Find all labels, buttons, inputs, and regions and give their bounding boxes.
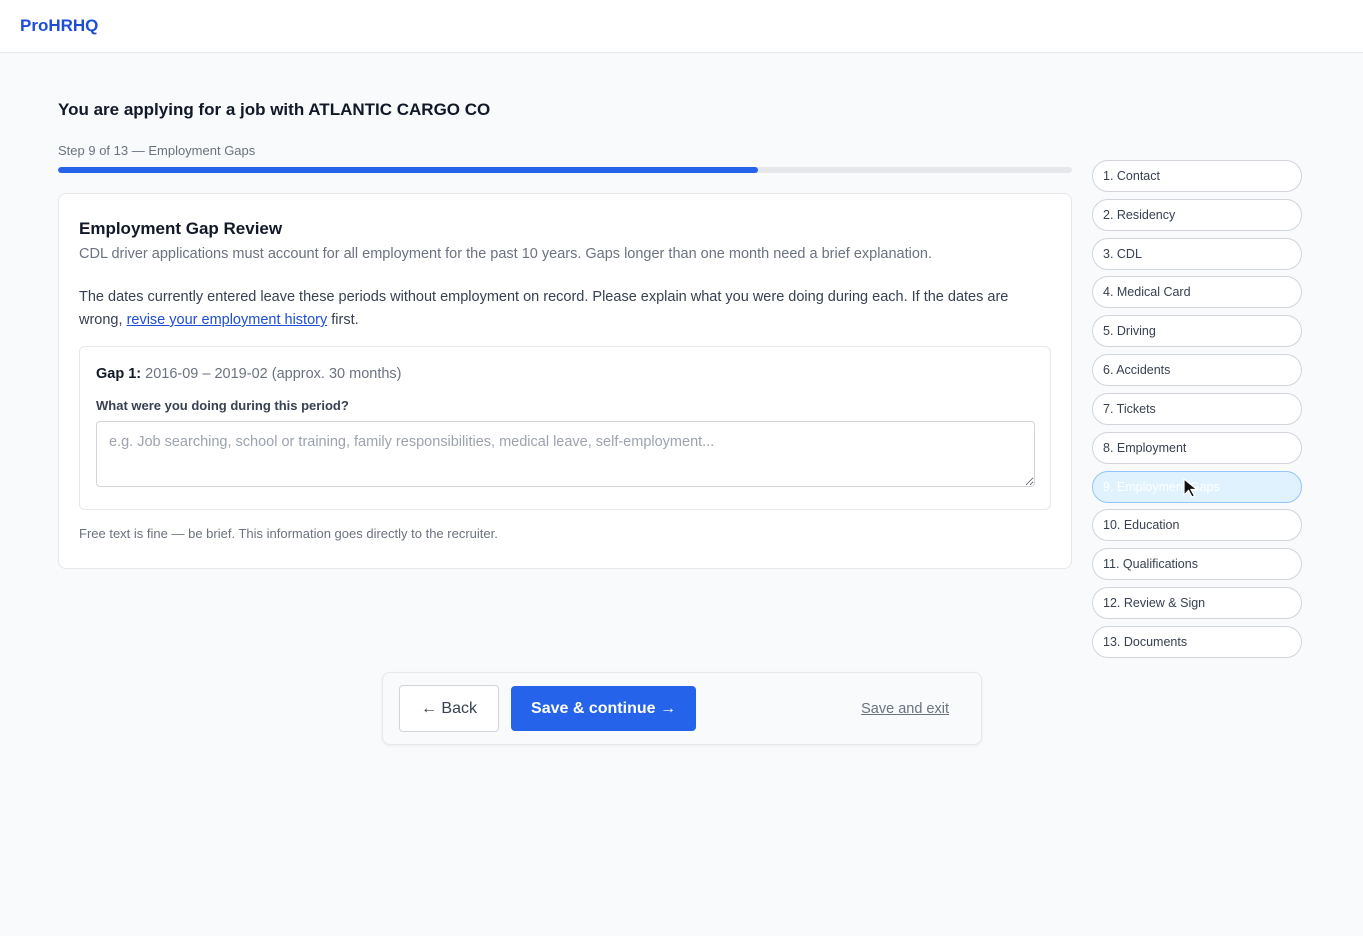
step-item-7[interactable]: 7. Tickets	[1092, 392, 1302, 425]
employment-gap-card: Employment Gap Review CDL driver applica…	[58, 193, 1072, 569]
save-continue-button[interactable]: Save & continue →	[511, 686, 696, 731]
gap-range: 2016-09 – 2019-02 (approx. 30 months)	[145, 366, 402, 382]
page-heading: You are applying for a job with ATLANTIC…	[58, 100, 491, 119]
step-navigation: 1. Contact 2. Residency 3. CDL 4. Medical C…	[1092, 160, 1302, 665]
back-button[interactable]: ← Back	[399, 685, 499, 732]
step-item-11[interactable]: 11. Qualifications	[1092, 548, 1302, 581]
gap-title: Gap 1: 2016-09 – 2019-02 (approx. 30 mon…	[96, 366, 402, 382]
top-bar: ProHRHQ	[0, 0, 1363, 53]
step-item-8[interactable]: 8. Employment	[1092, 431, 1302, 464]
card-subtitle: CDL driver applications must account for…	[79, 246, 933, 262]
app-logo[interactable]: ProHRHQ	[20, 16, 98, 36]
revise-employment-link[interactable]: revise your employment history	[127, 312, 328, 328]
gap-label: Gap 1:	[96, 366, 142, 382]
gap-entry: Gap 1: 2016-09 – 2019-02 (approx. 30 mon…	[79, 346, 1051, 510]
step-item-4[interactable]: 4. Medical Card	[1092, 276, 1302, 309]
step-item-10[interactable]: 10. Education	[1092, 509, 1302, 542]
gap-question: What were you doing during this period?	[96, 398, 349, 413]
action-bar: ← Back Save & continue → Save and exit	[382, 672, 982, 745]
step-indicator: Step 9 of 13 — Employment Gaps	[58, 143, 256, 158]
card-instructions: The dates currently entered leave these …	[79, 286, 1054, 332]
step-item-2[interactable]: 2. Residency	[1092, 198, 1302, 231]
step-item-3[interactable]: 3. CDL	[1092, 237, 1302, 270]
step-item-13[interactable]: 13. Documents	[1092, 625, 1302, 658]
step-item-1[interactable]: 1. Contact	[1092, 160, 1302, 192]
step-item-12[interactable]: 12. Review & Sign	[1092, 587, 1302, 620]
save-and-exit-link[interactable]: Save and exit	[861, 701, 949, 717]
progress-fill	[58, 167, 758, 173]
step-item-9[interactable]: 9. Employment Gaps	[1092, 470, 1302, 503]
instructions-text-end: first.	[327, 312, 359, 328]
progress-bar	[58, 167, 1072, 173]
step-item-5[interactable]: 5. Driving	[1092, 315, 1302, 348]
card-note: Free text is fine — be brief. This infor…	[79, 526, 498, 541]
step-item-6[interactable]: 6. Accidents	[1092, 354, 1302, 387]
gap-explanation-input[interactable]	[96, 421, 1035, 487]
card-title: Employment Gap Review	[79, 219, 283, 238]
